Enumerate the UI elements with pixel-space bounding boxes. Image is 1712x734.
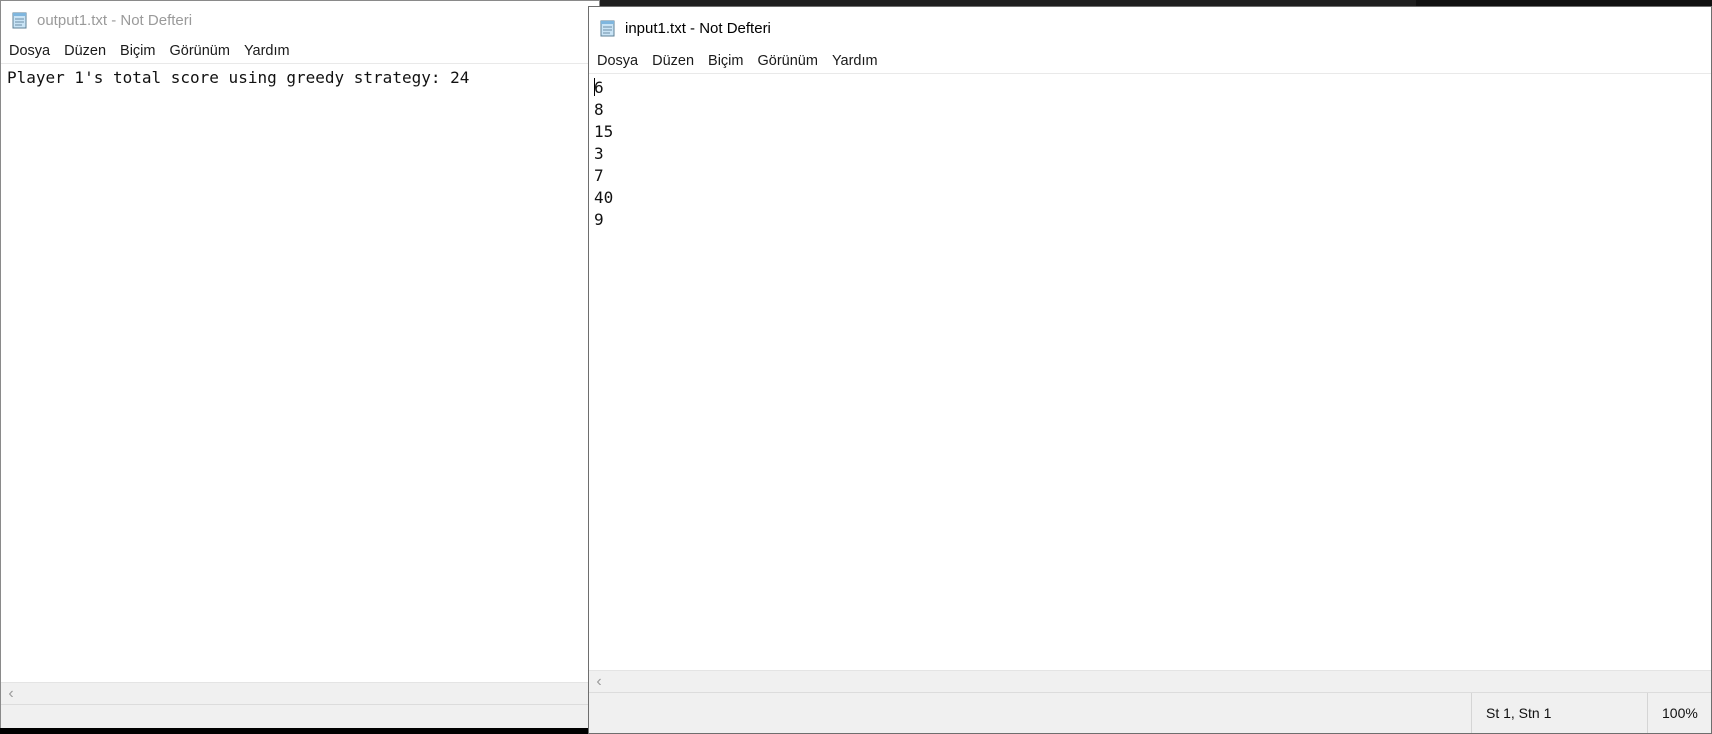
menu-yardim[interactable]: Yardım <box>244 42 290 60</box>
text-line: 6 <box>594 77 1705 99</box>
notepad-icon <box>11 11 29 29</box>
menu-dosya[interactable]: Dosya <box>9 42 50 60</box>
text-line: Player 1's total score using greedy stra… <box>7 68 470 87</box>
cursor-position: St 1, Stn 1 <box>1471 693 1636 733</box>
menu-duzen[interactable]: Düzen <box>64 42 106 60</box>
menu-bicim[interactable]: Biçim <box>708 52 743 70</box>
notepad-window-output[interactable]: output1.txt - Not Defteri Dosya Düzen Bi… <box>0 0 600 734</box>
menu-bicim[interactable]: Biçim <box>120 42 155 60</box>
titlebar[interactable]: output1.txt - Not Defteri <box>1 1 599 39</box>
notepad-window-input[interactable]: input1.txt - Not Defteri Dosya Düzen Biç… <box>588 6 1712 734</box>
text-editor[interactable]: 6 8 15 3 7 40 9 <box>589 74 1711 671</box>
chevron-left-icon[interactable]: ‹ <box>589 673 609 691</box>
text-line-content: 6 <box>594 78 604 97</box>
text-line: 15 <box>594 122 614 141</box>
statusbar: St 1, Stn 1 100% <box>589 692 1711 733</box>
menu-duzen[interactable]: Düzen <box>652 52 694 70</box>
menu-gorunum[interactable]: Görünüm <box>757 52 817 70</box>
text-line: 7 <box>594 166 604 185</box>
taskbar-strip <box>0 728 588 734</box>
text-line: 9 <box>594 210 604 229</box>
text-editor[interactable]: Player 1's total score using greedy stra… <box>1 64 599 693</box>
menu-gorunum[interactable]: Görünüm <box>169 42 229 60</box>
titlebar[interactable]: input1.txt - Not Defteri <box>589 7 1711 49</box>
menubar: Dosya Düzen Biçim Görünüm Yardım <box>589 49 1711 73</box>
text-line: 8 <box>594 100 604 119</box>
window-title: input1.txt - Not Defteri <box>625 19 771 37</box>
zoom-level: 100% <box>1647 693 1711 733</box>
menubar: Dosya Düzen Biçim Görünüm Yardım <box>1 39 599 63</box>
notepad-icon <box>599 19 617 37</box>
menu-dosya[interactable]: Dosya <box>597 52 638 70</box>
horizontal-scrollbar[interactable]: ‹ <box>589 670 1711 693</box>
chevron-left-icon[interactable]: ‹ <box>1 685 21 703</box>
text-line: 40 <box>594 188 614 207</box>
menu-yardim[interactable]: Yardım <box>832 52 878 70</box>
text-line: 3 <box>594 144 604 163</box>
horizontal-scrollbar[interactable]: ‹ <box>1 682 599 705</box>
window-title: output1.txt - Not Defteri <box>37 11 193 29</box>
